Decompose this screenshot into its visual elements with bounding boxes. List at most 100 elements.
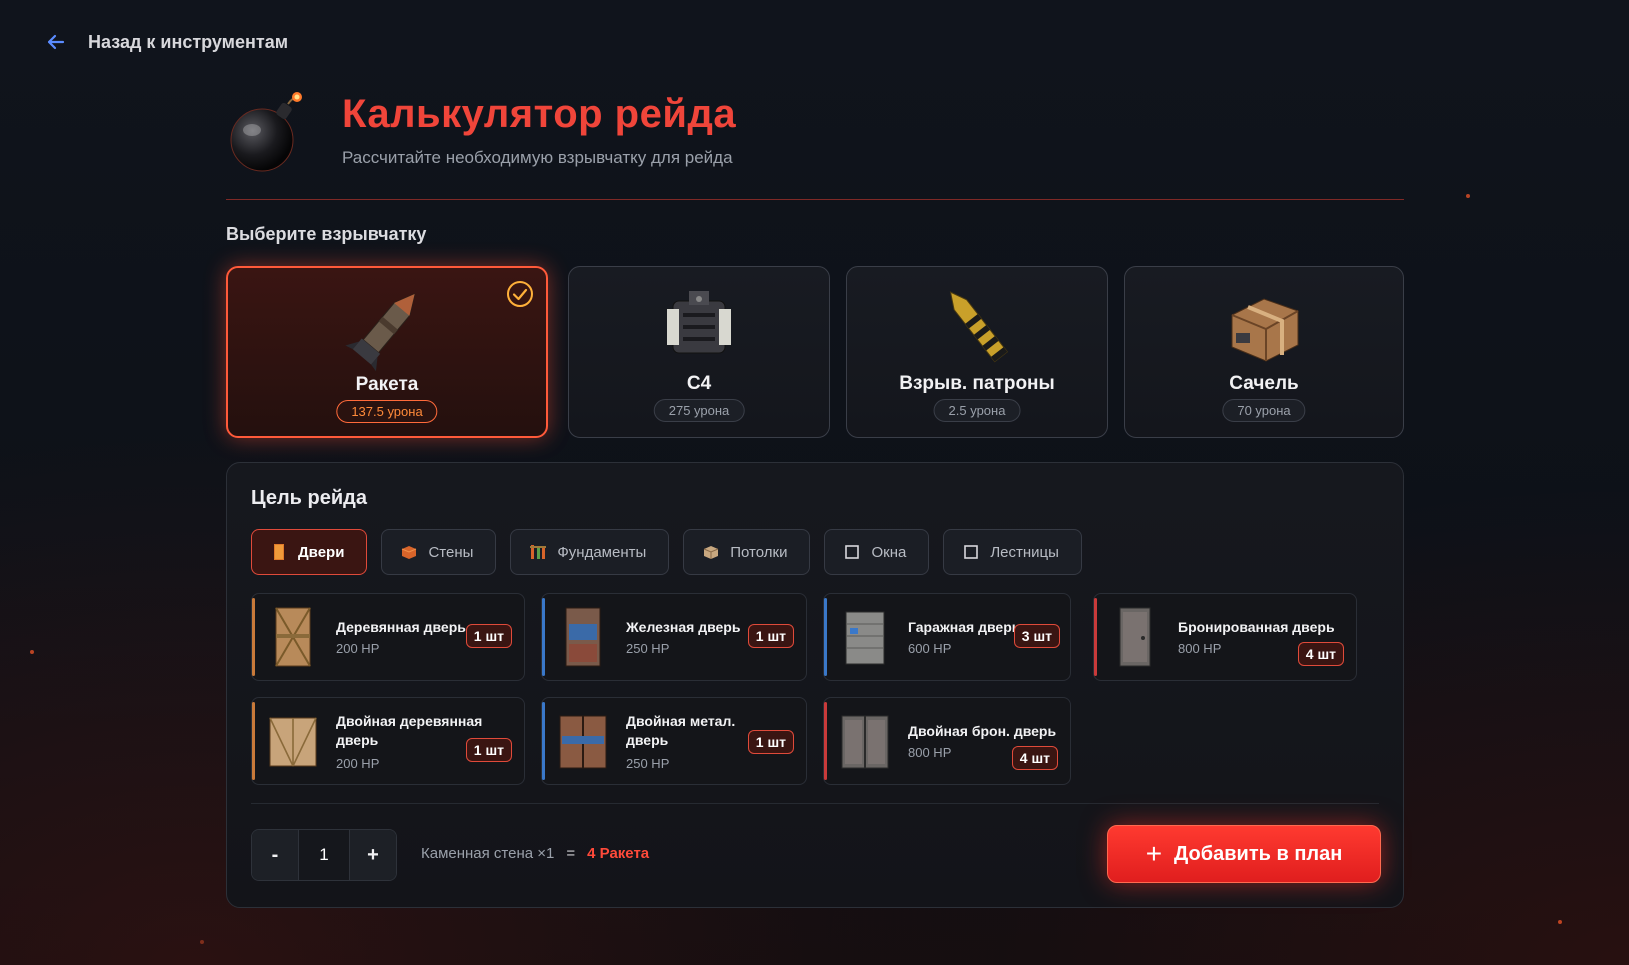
item-hp: 250 HP (626, 641, 670, 656)
window-icon (845, 545, 860, 559)
item-hp: 600 HP (908, 641, 952, 656)
target-item-armored-door[interactable]: Бронированная дверь 800 HP 4 шт (1093, 593, 1357, 681)
explosive-damage-badge: 275 урона (653, 399, 745, 422)
target-item-double-wooden-door[interactable]: Двойная деревянная дверь 200 HP 1 шт (251, 697, 525, 785)
tier-stripe (252, 598, 255, 676)
summary-target: Каменная стена ×1 (421, 845, 555, 862)
satchel-icon (1231, 298, 1299, 362)
quantity-stepper: - 1 + (251, 829, 397, 881)
explosive-card-explosive-ammo[interactable]: Взрыв. патроны 2.5 урона (846, 266, 1108, 438)
double-armored-door-icon (841, 715, 889, 769)
tab-label: Окна (871, 543, 907, 561)
tier-stripe (824, 702, 827, 780)
explosive-damage-badge: 2.5 урона (933, 399, 1021, 422)
item-name: Двойная метал. дверь (626, 713, 736, 748)
bomb-icon (230, 92, 302, 172)
tier-stripe (542, 598, 545, 676)
tab-ceilings[interactable]: Потолки (683, 529, 811, 575)
target-item-iron-door[interactable]: Железная дверь 250 HP 1 шт (541, 593, 807, 681)
item-hp: 200 HP (336, 641, 380, 656)
iron-door-icon (565, 607, 601, 667)
quantity-value[interactable]: 1 (298, 830, 350, 880)
back-link-label: Назад к инструментам (88, 31, 289, 52)
count-badge: 3 шт (1013, 624, 1060, 648)
c4-icon (667, 291, 731, 354)
add-to-plan-label: Добавить в план (1174, 842, 1343, 865)
explosive-name: Взрыв. патроны (899, 373, 1055, 394)
explosive-name: C4 (686, 373, 712, 394)
item-name: Бронированная дверь (1178, 619, 1335, 635)
tab-stairs[interactable]: Лестницы (943, 529, 1082, 575)
summary-equals: = (566, 845, 576, 862)
explosive-ammo-icon (949, 291, 1009, 363)
wooden-door-icon (275, 607, 311, 667)
item-hp: 800 HP (908, 745, 952, 760)
garage-door-icon (845, 611, 885, 665)
explosives-section-label: Выберите взрывчатку (226, 224, 427, 244)
item-hp: 200 HP (336, 756, 380, 771)
tab-label: Лестницы (990, 543, 1059, 561)
tier-stripe (252, 702, 255, 780)
add-to-plan-button[interactable]: + Добавить в план (1107, 825, 1381, 883)
count-badge: 1 шт (465, 738, 512, 762)
target-item-wooden-door[interactable]: Деревянная дверь 200 HP 1 шт (251, 593, 525, 681)
armored-door-icon (1119, 607, 1151, 667)
foundation-icon (530, 545, 547, 559)
count-badge: 1 шт (747, 624, 794, 648)
rocket-icon (345, 293, 416, 372)
explosive-name: Ракета (355, 374, 419, 395)
panel-divider (251, 803, 1379, 804)
count-badge: 4 шт (1297, 642, 1344, 666)
target-category-tabs: Двери Стены Фундаменты Потолки Окна Лест… (251, 529, 1082, 575)
decrement-button[interactable]: - (252, 830, 298, 880)
tier-stripe (824, 598, 827, 676)
plus-icon: + (1145, 838, 1163, 869)
tab-foundations[interactable]: Фундаменты (510, 529, 670, 575)
page-header: Калькулятор рейда Рассчитайте необходиму… (226, 92, 1404, 200)
ceiling-icon (704, 546, 719, 559)
ember-spark (30, 650, 34, 654)
ember-spark (1466, 194, 1470, 198)
target-item-double-armored-door[interactable]: Двойная брон. дверь 800 HP 4 шт (823, 697, 1071, 785)
selected-check-icon (507, 281, 533, 307)
back-link[interactable]: Назад к инструментам (44, 30, 288, 54)
explosive-damage-badge: 70 урона (1222, 399, 1306, 422)
stairs-icon (964, 545, 979, 559)
tab-label: Стены (428, 543, 474, 561)
tab-label: Потолки (730, 543, 788, 561)
explosive-card-rocket[interactable]: Ракета 137.5 урона (226, 266, 548, 438)
item-name: Деревянная дверь (336, 619, 466, 635)
tab-walls[interactable]: Стены (381, 529, 497, 575)
item-name: Двойная брон. дверь (908, 723, 1057, 739)
explosive-name: Сачель (1229, 373, 1299, 394)
explosives-grid: Ракета 137.5 урона C4 275 урона Взрыв. п… (226, 266, 1404, 438)
explosive-damage-badge: 137.5 урона (336, 400, 438, 423)
increment-button[interactable]: + (350, 830, 396, 880)
arrow-left-icon (47, 34, 65, 50)
calc-summary: Каменная стена ×1 = 4 Ракета (421, 845, 649, 862)
raid-target-title: Цель рейда (251, 487, 367, 509)
tier-stripe (542, 702, 545, 780)
count-badge: 1 шт (465, 624, 512, 648)
summary-result: 4 Ракета (587, 845, 650, 862)
tab-label: Двери (298, 543, 345, 561)
double-metal-door-icon (559, 715, 607, 769)
item-hp: 800 HP (1178, 641, 1222, 656)
tab-windows[interactable]: Окна (824, 529, 930, 575)
count-badge: 1 шт (747, 730, 794, 754)
tier-stripe (1094, 598, 1097, 676)
tab-doors[interactable]: Двери (251, 529, 368, 575)
raid-target-panel: Цель рейда Двери Стены Фундаменты Потолк… (226, 462, 1404, 908)
target-item-double-metal-door[interactable]: Двойная метал. дверь 250 HP 1 шт (541, 697, 807, 785)
count-badge: 4 шт (1011, 746, 1058, 770)
page-title: Калькулятор рейда (342, 92, 737, 136)
explosive-card-satchel[interactable]: Сачель 70 урона (1124, 266, 1404, 438)
double-wooden-door-icon (269, 717, 317, 767)
wall-icon (402, 546, 417, 559)
target-item-garage-door[interactable]: Гаражная дверь 600 HP 3 шт (823, 593, 1071, 681)
ember-spark (1558, 920, 1562, 924)
item-hp: 250 HP (626, 756, 670, 771)
ember-spark (200, 940, 204, 944)
page-subtitle: Рассчитайте необходимую взрывчатку для р… (342, 148, 733, 167)
explosive-card-c4[interactable]: C4 275 урона (568, 266, 830, 438)
